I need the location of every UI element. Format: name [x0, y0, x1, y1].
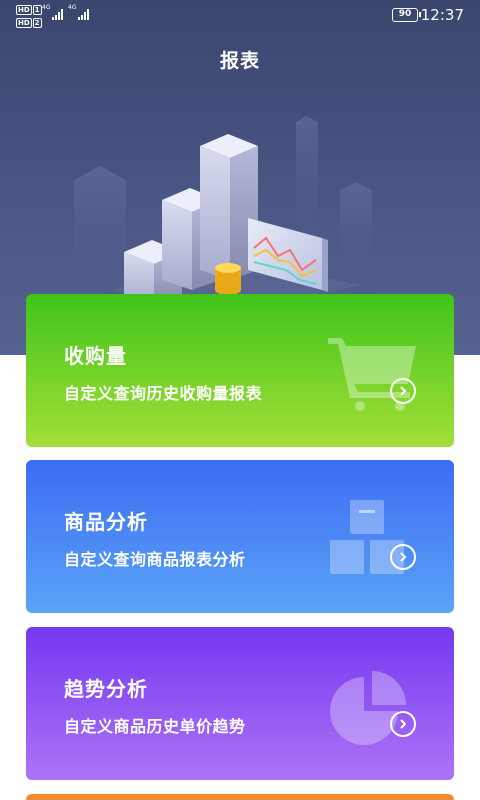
network-type: 4G [42, 4, 51, 11]
arrow-right-button[interactable] [390, 544, 416, 570]
card-trend-analysis[interactable]: 趋势分析 自定义商品历史单价趋势 [26, 627, 454, 780]
signal-icon [78, 8, 89, 20]
coins-icon [215, 263, 241, 295]
sim-slot-badge: 2 [32, 17, 42, 28]
chevron-right-icon [400, 552, 407, 562]
card-purchase-volume[interactable]: 收购量 自定义查询历史收购量报表 [26, 294, 454, 447]
battery-icon: 90 [392, 8, 421, 22]
card-description: 自定义查询商品报表分析 [64, 550, 246, 569]
network-type: 4G [68, 4, 77, 11]
sim-slot-badge: 1 [32, 4, 42, 15]
sim1-indicator: HD 1 [16, 4, 42, 15]
arrow-right-button[interactable] [390, 711, 416, 737]
card-description: 自定义查询历史收购量报表 [64, 384, 263, 403]
status-bar: HD 1 HD 2 4G 4G 90 12:37 [0, 0, 480, 32]
card-description: 自定义商品历史单价趋势 [64, 717, 246, 736]
chevron-right-icon [400, 386, 407, 396]
chevron-right-icon [400, 719, 407, 729]
page-title: 报表 [219, 50, 260, 72]
card-title: 商品分析 [64, 510, 148, 534]
arrow-right-button[interactable] [390, 378, 416, 404]
hd-badge: HD [16, 17, 32, 28]
hd-badge: HD [16, 4, 32, 15]
clock: 12:37 [420, 6, 464, 24]
card-partial[interactable] [26, 794, 454, 800]
signal-icon [52, 8, 63, 20]
card-title: 趋势分析 [64, 677, 148, 701]
card-product-analysis[interactable]: 商品分析 自定义查询商品报表分析 [26, 460, 454, 613]
sim2-indicator: HD 2 [16, 17, 42, 28]
card-title: 收购量 [64, 344, 127, 368]
sim-indicators: HD 1 HD 2 4G 4G [16, 4, 106, 28]
